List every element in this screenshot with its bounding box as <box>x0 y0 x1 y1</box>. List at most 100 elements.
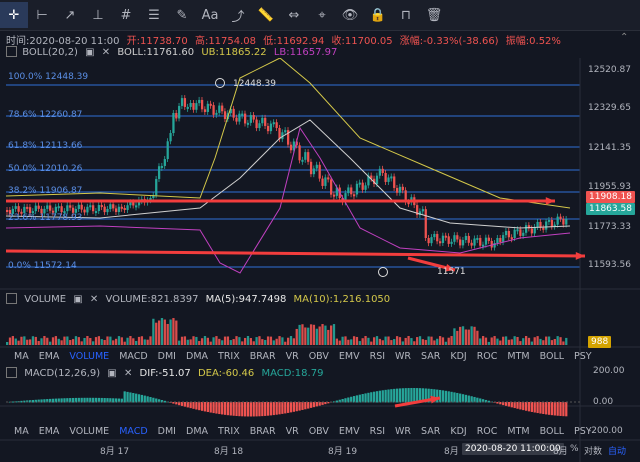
vertical-line-icon[interactable]: ⊥ <box>84 2 112 28</box>
macd-bar <box>550 402 554 416</box>
tab-mtm[interactable]: MTM <box>507 351 529 362</box>
volume-bar <box>26 339 29 345</box>
ruler-icon[interactable]: 📏 <box>252 2 280 28</box>
macd-bar <box>298 402 301 411</box>
close-icon[interactable]: ✕ <box>124 368 132 379</box>
tab-roc[interactable]: ROC <box>477 351 498 362</box>
tab-trix[interactable]: TRIX <box>218 351 240 362</box>
candle-body <box>307 152 310 162</box>
log-toggle[interactable]: 对数 <box>584 444 602 457</box>
tab-obv[interactable]: OBV <box>309 351 329 362</box>
candlestick-series <box>6 95 568 251</box>
fibonacci-icon[interactable]: ☰ <box>140 2 168 28</box>
path-icon[interactable]: ⤴ <box>224 2 252 28</box>
tab-ma[interactable]: MA <box>14 426 29 437</box>
tab-wr[interactable]: WR <box>395 351 411 362</box>
macd-bar <box>447 391 450 403</box>
candle-body <box>516 229 519 232</box>
tab-wr[interactable]: WR <box>395 426 411 437</box>
tab-trix[interactable]: TRIX <box>218 426 240 437</box>
tab-brar[interactable]: BRAR <box>250 351 276 362</box>
tab-obv[interactable]: OBV <box>309 426 329 437</box>
candle-body <box>86 206 89 213</box>
settings-icon[interactable]: ▣ <box>107 368 116 379</box>
eye-icon[interactable]: 👁 <box>336 2 364 28</box>
tab-boll[interactable]: BOLL <box>540 351 564 362</box>
tab-ema[interactable]: EMA <box>39 351 60 362</box>
close-icon[interactable]: ✕ <box>90 294 98 305</box>
hash-icon[interactable]: # <box>112 2 140 28</box>
tab-sar[interactable]: SAR <box>421 351 440 362</box>
macd-bar <box>295 402 298 412</box>
tab-macd[interactable]: MACD <box>119 426 147 437</box>
close-icon[interactable]: ✕ <box>102 47 110 58</box>
volume-bar <box>172 318 175 345</box>
tab-rsi[interactable]: RSI <box>370 426 385 437</box>
tab-brar[interactable]: BRAR <box>250 426 276 437</box>
horizontal-line-icon[interactable]: ⊢ <box>28 2 56 28</box>
volume-bar <box>456 330 459 345</box>
macd-bar <box>467 395 470 403</box>
tab-dmi[interactable]: DMI <box>158 426 176 437</box>
tab-roc[interactable]: ROC <box>477 426 498 437</box>
macd-bar <box>378 390 382 403</box>
tab-ma[interactable]: MA <box>14 351 29 362</box>
tab-emv[interactable]: EMV <box>339 351 360 362</box>
candle-body <box>502 235 505 243</box>
pin-icon[interactable]: ⌖ <box>308 2 336 28</box>
text-tool-button[interactable]: Aa <box>196 2 224 28</box>
low-marker-circle[interactable] <box>378 267 388 277</box>
volume-tag: 988 <box>588 336 612 348</box>
macd-bar <box>218 402 221 415</box>
tab-psy[interactable]: PSY <box>574 351 592 362</box>
tab-sar[interactable]: SAR <box>421 426 440 437</box>
measure-icon[interactable]: ⇔ <box>280 2 308 28</box>
candle-body <box>559 216 562 219</box>
candle-body <box>60 206 63 213</box>
collapse-icon[interactable]: ⌃ <box>620 32 628 43</box>
high-marker-circle[interactable] <box>215 78 225 88</box>
auto-toggle[interactable]: 自动 <box>608 444 626 457</box>
chart-canvas[interactable] <box>0 58 640 462</box>
settings-icon[interactable]: ▣ <box>73 294 82 305</box>
tab-volume[interactable]: VOLUME <box>69 426 109 437</box>
tab-boll[interactable]: BOLL <box>540 426 564 437</box>
macd-bar <box>92 397 95 403</box>
settings-icon[interactable]: ▣ <box>85 47 94 58</box>
candle-body <box>298 145 301 161</box>
tab-vr[interactable]: VR <box>286 426 299 437</box>
volume-bar <box>292 338 296 345</box>
tab-mtm[interactable]: MTM <box>507 426 529 437</box>
tab-volume[interactable]: VOLUME <box>69 351 109 362</box>
tab-emv[interactable]: EMV <box>339 426 360 437</box>
crosshair-icon[interactable]: ✛ <box>0 2 28 28</box>
volume-bar <box>20 336 23 345</box>
tab-dma[interactable]: DMA <box>186 426 208 437</box>
tab-kdj[interactable]: KDJ <box>450 351 466 362</box>
lock-icon[interactable]: 🔒 <box>364 2 392 28</box>
visibility-toggle[interactable] <box>6 367 17 378</box>
tab-vr[interactable]: VR <box>286 351 299 362</box>
volume-value: VOLUME:821.8397 <box>105 293 199 305</box>
tab-dma[interactable]: DMA <box>186 351 208 362</box>
macd-bar <box>361 394 364 403</box>
time-tick-partial: 8月 <box>553 447 568 457</box>
tab-dmi[interactable]: DMI <box>158 351 176 362</box>
visibility-toggle[interactable] <box>6 46 17 57</box>
volume-bar <box>390 340 393 345</box>
volume-bar <box>504 336 508 345</box>
candle-body <box>17 206 20 212</box>
candle-body <box>490 240 493 248</box>
trash-icon[interactable]: 🗑 <box>420 2 448 28</box>
tab-macd[interactable]: MACD <box>119 351 147 362</box>
tab-rsi[interactable]: RSI <box>370 351 385 362</box>
tab-ema[interactable]: EMA <box>39 426 60 437</box>
visibility-toggle[interactable] <box>6 293 17 304</box>
magnet-icon[interactable]: ⊓ <box>392 2 420 28</box>
price-tick: 11773.33 <box>588 222 631 232</box>
tab-kdj[interactable]: KDJ <box>450 426 466 437</box>
brush-icon[interactable]: ✎ <box>168 2 196 28</box>
percent-toggle[interactable]: % <box>570 444 579 454</box>
volume-bar <box>14 338 17 345</box>
trend-line-icon[interactable]: ↗ <box>56 2 84 28</box>
